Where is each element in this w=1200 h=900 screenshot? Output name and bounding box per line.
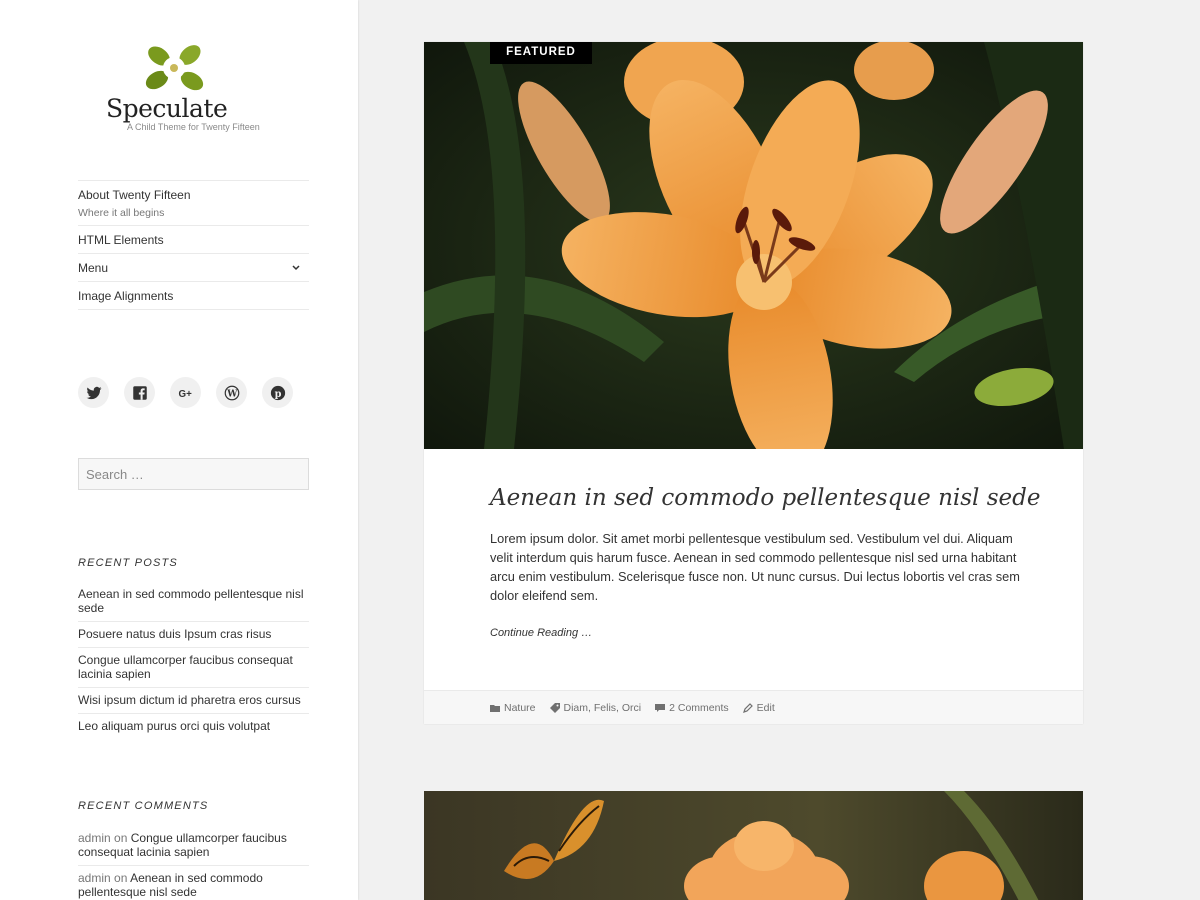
post-edit[interactable]: Edit <box>742 702 775 714</box>
pinterest-icon: p <box>270 385 285 400</box>
second-post-image[interactable] <box>424 791 1083 900</box>
pencil-icon <box>742 702 753 713</box>
nav-item-label[interactable]: HTML Elements <box>78 233 164 247</box>
recent-post-link[interactable]: Aenean in sed commodo pellentesque nisl … <box>78 582 309 622</box>
social-wordpress-button[interactable]: W <box>216 377 247 408</box>
post-tags[interactable]: Diam, Felis, Orci <box>549 702 642 714</box>
post-category[interactable]: Nature <box>490 702 536 714</box>
svg-text:p: p <box>274 388 281 399</box>
post-excerpt: Lorem ipsum dolor. Sit amet morbi pellen… <box>490 531 1020 603</box>
wordpress-icon: W <box>224 385 239 400</box>
site-name[interactable]: Speculate <box>106 94 228 123</box>
social-google-plus-button[interactable]: G+ <box>170 377 201 408</box>
nav-item-image-alignments[interactable]: Image Alignments <box>78 282 309 310</box>
comment-on-label: on <box>114 831 128 845</box>
nav-item-html-elements[interactable]: HTML Elements <box>78 226 309 254</box>
google-plus-icon: G+ <box>178 388 192 399</box>
chevron-down-icon[interactable] <box>289 261 303 275</box>
nav-item-description: Where it all begins <box>78 207 165 219</box>
post-tags-label[interactable]: Diam, Felis, Orci <box>564 702 642 714</box>
post-meta: Nature Diam, Felis, Orci 2 Comments Edit <box>424 690 1083 724</box>
main-navigation: About Twenty Fifteen Where it all begins… <box>78 180 309 310</box>
recent-comments-list: admin on Congue ullamcorper faucibus con… <box>78 826 309 900</box>
site-tagline: A Child Theme for Twenty Fifteen <box>127 122 260 132</box>
recent-post-link[interactable]: Posuere natus duis Ipsum cras risus <box>78 622 309 648</box>
nav-item-about[interactable]: About Twenty Fifteen Where it all begins <box>78 181 309 226</box>
svg-text:G+: G+ <box>178 388 192 399</box>
post-article: FEATURED Aenean in sed commodo pellentes… <box>424 42 1083 724</box>
comment-author: admin <box>78 871 111 885</box>
sidebar: Speculate A Child Theme for Twenty Fifte… <box>0 0 358 900</box>
search-input[interactable] <box>78 458 309 490</box>
nav-item-menu[interactable]: Menu <box>78 254 309 282</box>
svg-text:W: W <box>226 389 238 399</box>
site-logo[interactable]: Speculate A Child Theme for Twenty Fifte… <box>104 40 274 135</box>
post-comments[interactable]: 2 Comments <box>655 702 729 714</box>
post-edit-label[interactable]: Edit <box>757 702 775 714</box>
recent-comment-item: admin on Congue ullamcorper faucibus con… <box>78 826 309 866</box>
tag-icon <box>549 702 560 713</box>
comment-on-label: on <box>114 871 128 885</box>
post-comments-label[interactable]: 2 Comments <box>669 702 729 714</box>
twitter-icon <box>86 386 101 399</box>
nav-item-label[interactable]: Menu <box>78 261 108 275</box>
recent-comment-item: admin on Aenean in sed commodo pellentes… <box>78 866 309 900</box>
comment-author: admin <box>78 831 111 845</box>
recent-post-link[interactable]: Wisi ipsum dictum id pharetra eros cursu… <box>78 688 309 714</box>
nav-item-label[interactable]: Image Alignments <box>78 289 173 303</box>
post-title[interactable]: Aenean in sed commodo pellentesque nisl … <box>490 485 1040 511</box>
social-twitter-button[interactable] <box>78 377 109 408</box>
recent-post-link[interactable]: Leo aliquam purus orci quis volutpat <box>78 714 309 739</box>
flower-logo-icon <box>145 45 204 91</box>
social-links: G+ W p <box>78 377 293 408</box>
post-category-label[interactable]: Nature <box>504 702 536 714</box>
recent-posts-title: RECENT POSTS <box>78 557 178 569</box>
comment-icon <box>655 703 666 712</box>
featured-image[interactable]: FEATURED <box>424 42 1083 449</box>
nav-item-label[interactable]: About Twenty Fifteen <box>78 188 191 202</box>
featured-badge: FEATURED <box>490 42 592 64</box>
recent-post-link[interactable]: Congue ullamcorper faucibus consequat la… <box>78 648 309 688</box>
lily-flower-image <box>424 42 1083 449</box>
butterfly-flowers-image <box>424 791 1083 900</box>
continue-reading-link[interactable]: Continue Reading … <box>490 627 592 639</box>
social-facebook-button[interactable] <box>124 377 155 408</box>
folder-icon <box>490 704 500 712</box>
recent-comments-title: RECENT COMMENTS <box>78 800 209 812</box>
social-pinterest-button[interactable]: p <box>262 377 293 408</box>
facebook-icon <box>132 385 147 400</box>
recent-posts-list: Aenean in sed commodo pellentesque nisl … <box>78 582 309 739</box>
